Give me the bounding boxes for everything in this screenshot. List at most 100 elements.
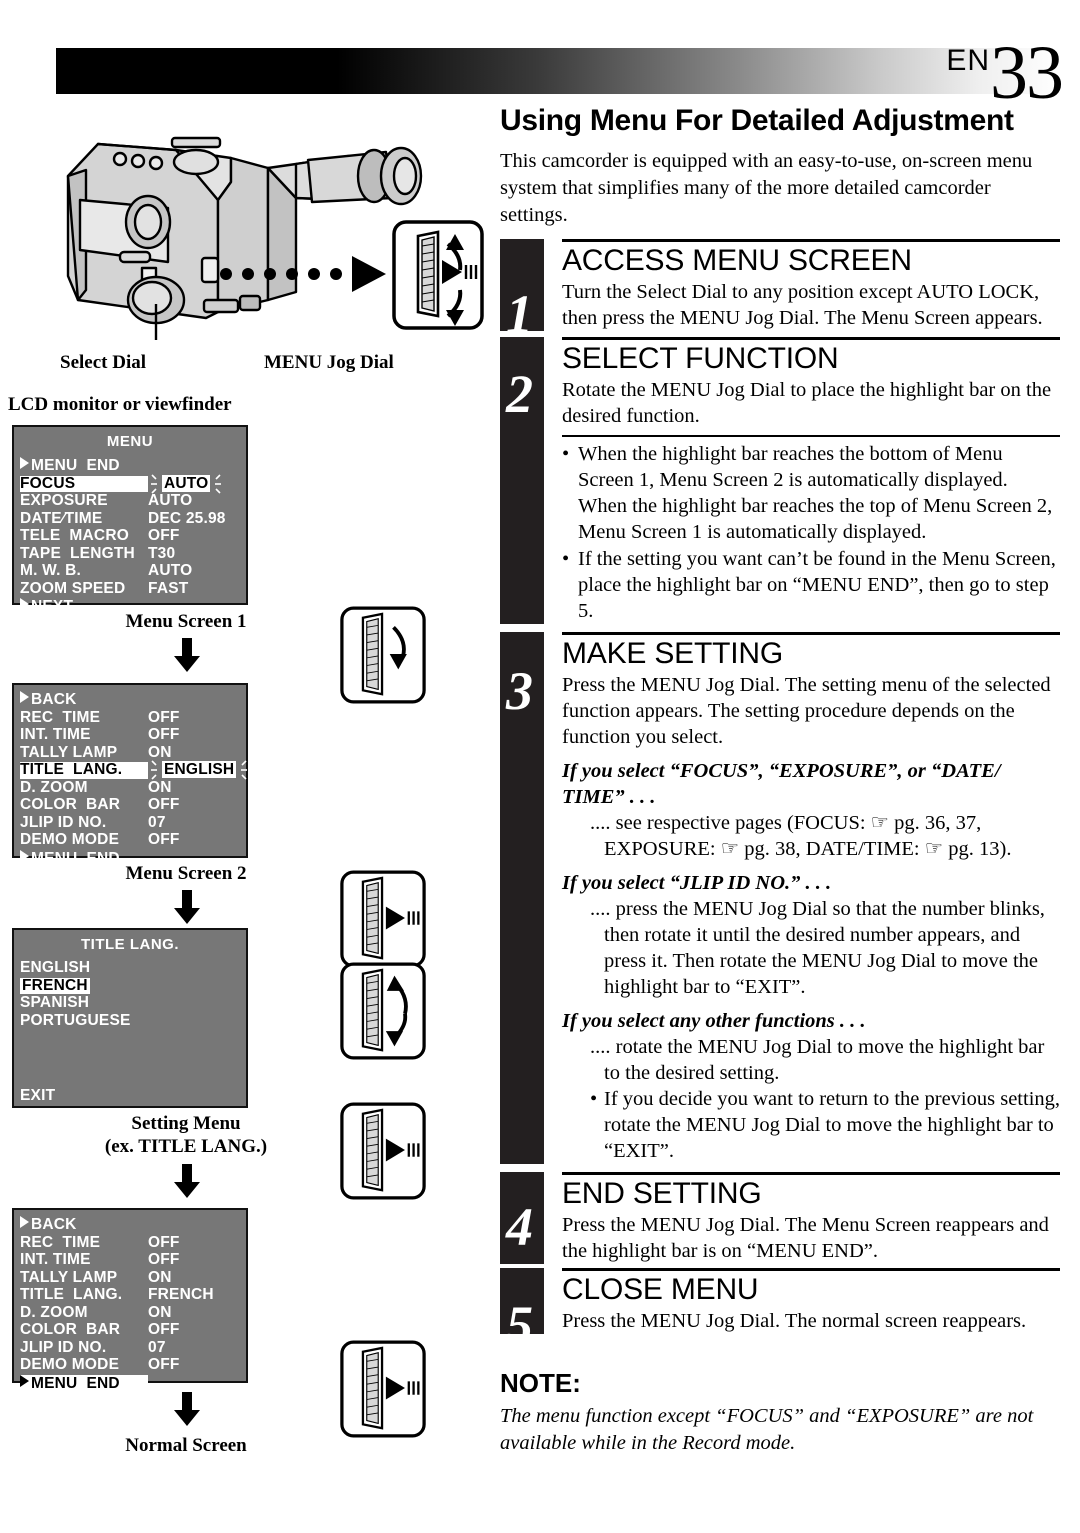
camcorder-svg (66, 136, 484, 340)
osd-label-text: TAPE LENGTH (20, 544, 135, 562)
osd-row[interactable]: REC TIME OFF (14, 1233, 246, 1252)
osd-row[interactable]: DEMO MODE OFF (14, 1356, 246, 1374)
sub-body-jlip: .... press the MENU Jog Dial so that the… (590, 898, 1045, 998)
osd-title: TITLE LANG. (81, 936, 179, 953)
osd-option-item[interactable]: FRENCH (14, 977, 246, 994)
step-number: 2 (506, 364, 533, 424)
bullet-item: If the setting you want can’t be found i… (562, 546, 1060, 624)
osd-pointer-icon (20, 691, 29, 703)
flow-arrow-down-icon (174, 890, 200, 924)
osd-row[interactable]: MENU END (14, 1374, 246, 1392)
flow-arrow-down-icon (174, 1164, 200, 1198)
osd-label-text: TITLE LANG. (20, 761, 123, 778)
osd-row[interactable]: BACK (14, 691, 246, 709)
osd-label-text: REC TIME (20, 708, 101, 726)
osd-option-item[interactable]: SPANISH (14, 994, 246, 1012)
osd-row[interactable]: BACK (14, 1216, 246, 1234)
osd-row-label: D. ZOOM (20, 778, 148, 797)
osd-option-item[interactable]: ENGLISH (14, 959, 246, 977)
osd-row[interactable]: M. W. B. AUTO (14, 562, 246, 580)
step-heading: ACCESS MENU SCREEN (562, 244, 912, 277)
osd-label-text: MENU END (31, 457, 120, 474)
osd-row[interactable]: ZOOM SPEED FAST (14, 579, 246, 598)
menu-jog-dial-label: MENU Jog Dial (264, 352, 394, 373)
step-number-bar: 4 (500, 1172, 544, 1264)
osd-row-value: 07 (148, 813, 166, 831)
step-2: 2 SELECT FUNCTION Rotate the MENU Jog Di… (500, 337, 1060, 624)
osd-row-label: TELE MACRO (20, 527, 148, 545)
osd-row[interactable]: DEMO MODE OFF (14, 831, 246, 849)
osd-row[interactable]: COLOR BAR OFF (14, 796, 246, 814)
osd-row-value: ENGLISH (162, 761, 237, 778)
osd-row[interactable]: FOCUS AUTO (14, 473, 246, 494)
osd-row[interactable]: EXPOSURE AUTO (14, 492, 246, 510)
osd-row-value: FAST (148, 579, 189, 597)
osd-label-text: JLIP ID NO. (20, 813, 107, 831)
divider (562, 337, 1060, 340)
osd-row-label: JLIP ID NO. (20, 1338, 148, 1357)
osd-label-text: REC TIME (20, 1233, 101, 1251)
divider (562, 1268, 1060, 1271)
note-body: The menu function except “FOCUS” and “EX… (500, 1405, 1034, 1454)
osd-row[interactable]: COLOR BAR OFF (14, 1321, 246, 1339)
osd-label-text: JLIP ID NO. (20, 1338, 107, 1356)
osd-row-label: COLOR BAR (20, 796, 148, 814)
osd-row[interactable]: TELE MACRO OFF (14, 527, 246, 545)
osd-row[interactable]: D. ZOOM ON (14, 778, 246, 797)
osd-label-text: D. ZOOM (20, 778, 88, 796)
osd-row[interactable]: D. ZOOM ON (14, 1303, 246, 1322)
osd-rows: BACK REC TIME OFF INT. TIME OFF TALLY LAMP ON T… (14, 691, 248, 867)
osd-label-text: TELE MACRO (20, 527, 129, 544)
jog-rotate-icon (340, 960, 426, 1062)
osd-setting-menu: TITLE LANG. ENGLISH FRENCH SPANISH PORTUGUE… (12, 928, 248, 1108)
divider (562, 435, 1060, 437)
osd-row-value: OFF (148, 1251, 180, 1268)
osd-row-value: FRENCH (148, 1286, 214, 1303)
osd-row[interactable]: INT. TIME OFF (14, 1251, 246, 1269)
osd-row[interactable]: TITLE LANG. ENGLISH (14, 760, 248, 780)
osd-row-value: ON (148, 778, 172, 796)
osd-label-text: D. ZOOM (20, 1303, 88, 1321)
osd-label-text: COLOR BAR (20, 796, 121, 813)
osd-row[interactable]: TAPE LENGTH T30 (14, 544, 246, 563)
osd-row[interactable]: JLIP ID NO. 07 (14, 1338, 246, 1357)
osd-label-text: BACK (31, 691, 77, 708)
osd-row[interactable]: TALLY LAMP ON (14, 744, 246, 762)
osd-option-label: SPANISH (20, 994, 90, 1011)
osd-row-label: INT. TIME (20, 1251, 148, 1269)
caption-menu-screen-2: Menu Screen 2 (125, 863, 247, 884)
osd-label-text: M. W. B. (20, 562, 82, 579)
flow-arrow-down-icon (174, 638, 200, 672)
osd-row-label: DEMO MODE (20, 831, 148, 849)
blink-mark-icon (241, 760, 248, 780)
osd-row[interactable]: REC TIME OFF (14, 708, 246, 727)
step-heading: END SETTING (562, 1177, 762, 1210)
sub-heading-jlip: If you select “JLIP ID NO.” . . . (562, 872, 832, 894)
osd-label-text: EXPOSURE (20, 492, 108, 509)
osd-rows: MENU END FOCUS AUTO EXPOSURE AUTO DATE∕TIME DE… (14, 457, 246, 616)
osd-row-value: DEC 25.98 (148, 509, 226, 527)
osd-row-value: OFF (148, 1321, 180, 1338)
osd-row-label: COLOR BAR (20, 1321, 148, 1339)
osd-row[interactable]: TITLE LANG. FRENCH (14, 1286, 246, 1304)
osd-row-label: MENU END (20, 1374, 148, 1392)
step-body: Rotate the MENU Jog Dial to place the hi… (562, 379, 1052, 427)
sub-body-other: .... rotate the MENU Jog Dial to move th… (590, 1036, 1045, 1084)
osd-row-value: OFF (148, 1356, 180, 1373)
osd-row-label: TITLE LANG. (20, 761, 148, 779)
osd-option-label: PORTUGUESE (20, 1011, 131, 1029)
osd-row-label: REC TIME (20, 708, 148, 727)
osd-row[interactable]: INT. TIME OFF (14, 726, 246, 744)
page-title: Using Menu For Detailed Adjustment (500, 104, 1014, 137)
step-number-bar: 5 (500, 1268, 544, 1352)
select-dial-label: Select Dial (60, 352, 147, 373)
osd-rows: BACK REC TIME OFF INT. TIME OFF TALLY LAMP ON T… (14, 1216, 246, 1392)
osd-option-item[interactable]: PORTUGUESE (14, 1011, 246, 1030)
osd-row[interactable]: TALLY LAMP ON (14, 1269, 246, 1287)
osd-label-text: INT. TIME (20, 726, 91, 743)
osd-row[interactable]: DATE∕TIME DEC 25.98 (14, 509, 246, 528)
osd-row-value: T30 (148, 544, 176, 562)
osd-row[interactable]: JLIP ID NO. 07 (14, 813, 246, 832)
step-body: Press the MENU Jog Dial. The Menu Screen… (562, 1214, 1049, 1262)
osd-exit-item[interactable]: EXIT (14, 1087, 246, 1105)
